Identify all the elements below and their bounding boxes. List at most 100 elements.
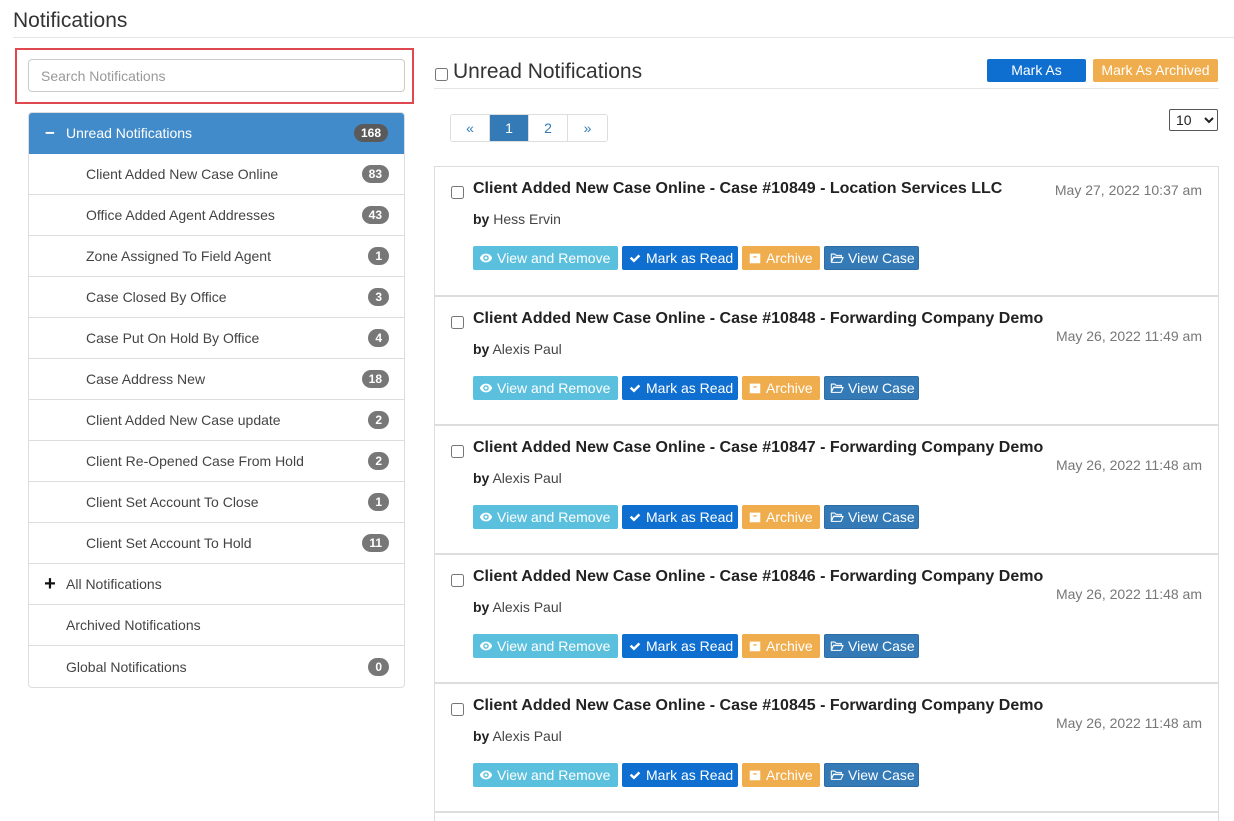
sidebar-item-label: Unread Notifications (66, 125, 193, 141)
sidebar-item-all-notifications[interactable]: + All Notifications (29, 564, 404, 605)
sidebar-item-office-added-agent-addresses[interactable]: Office Added Agent Addresses 43 (29, 195, 404, 236)
count-badge: 83 (361, 165, 389, 183)
sidebar-item-label: Office Added Agent Addresses (86, 207, 275, 223)
mark-all-read-button[interactable]: Mark As Read (987, 59, 1086, 101)
archive-button[interactable]: Archive (742, 634, 820, 658)
folder-open-icon (830, 639, 844, 653)
sidebar-item-archived-notifications[interactable]: Archived Notifications (29, 605, 404, 646)
count-badge: 18 (361, 370, 389, 388)
notification-title: Client Added New Case Online - Case #108… (473, 180, 1003, 197)
notification-checkbox[interactable] (451, 703, 464, 716)
view-and-remove-button[interactable]: View and Remove (473, 505, 618, 529)
count-badge: 11 (362, 534, 389, 552)
sidebar-item-label: Client Added New Case Online (86, 166, 279, 182)
sidebar-item-label: Client Re-Opened Case From Hold (86, 453, 304, 469)
pagination-next[interactable]: » (568, 115, 607, 141)
pagination-page-1[interactable]: 1 (490, 115, 529, 141)
view-and-remove-button[interactable]: View and Remove (473, 376, 618, 400)
sidebar-item-zone-assigned-to-field-agent[interactable]: Zone Assigned To Field Agent 1 (29, 236, 404, 277)
notification-checkbox[interactable] (451, 445, 464, 458)
plus-icon[interactable]: + (43, 574, 57, 594)
sidebar-item-label: Global Notifications (66, 658, 187, 675)
button-label: Mark as Read (646, 767, 734, 783)
sidebar-item-label: Archived Notifications (66, 617, 201, 633)
notification-title: Client Added New Case Online - Case #108… (473, 697, 1044, 714)
notification-checkbox[interactable] (451, 574, 464, 587)
sidebar-item-client-added-new-case-update[interactable]: Client Added New Case update 2 (29, 400, 404, 441)
sidebar-item-client-added-new-case-online[interactable]: Client Added New Case Online 83 (29, 154, 404, 195)
sidebar-item-label: Client Added New Case update (86, 412, 281, 428)
button-label: View Case (848, 380, 915, 396)
mark-as-read-button[interactable]: Mark as Read (622, 763, 738, 787)
sidebar-item-label: Zone Assigned To Field Agent (86, 248, 271, 264)
sidebar-item-label: Client Set Account To Hold (86, 535, 252, 551)
page-size-select[interactable]: 10 (1169, 109, 1218, 131)
folder-open-icon (830, 768, 844, 782)
notification-card (434, 811, 1219, 821)
folder-open-icon (830, 251, 844, 265)
view-case-button[interactable]: View Case (824, 634, 919, 658)
search-input[interactable] (28, 59, 405, 92)
sidebar-item-label: All Notifications (66, 576, 162, 592)
notification-checkbox[interactable] (451, 186, 464, 199)
sidebar-item-unread-notifications[interactable]: − Unread Notifications 168 (29, 113, 404, 154)
notification-actions: View and Remove Mark as Read Archive Vie… (473, 763, 919, 787)
view-case-button[interactable]: View Case (824, 763, 919, 787)
sidebar-item-global-notifications[interactable]: Global Notifications 0 (29, 646, 404, 687)
mark-as-read-button[interactable]: Mark as Read (622, 376, 738, 400)
mark-as-read-button[interactable]: Mark as Read (622, 505, 738, 529)
view-and-remove-button[interactable]: View and Remove (473, 634, 618, 658)
button-label: Mark as Read (646, 380, 734, 396)
by-label: by (473, 341, 490, 357)
archive-button[interactable]: Archive (742, 376, 820, 400)
notification-card: Client Added New Case Online - Case #108… (434, 166, 1219, 295)
sidebar-item-case-closed-by-office[interactable]: Case Closed By Office 3 (29, 277, 404, 318)
count-badge: 4 (368, 329, 389, 347)
sidebar-item-client-set-account-to-hold[interactable]: Client Set Account To Hold 11 (29, 523, 404, 564)
view-and-remove-button[interactable]: View and Remove (473, 246, 618, 270)
button-label: View and Remove (497, 767, 611, 783)
sidebar-item-case-address-new[interactable]: Case Address New 18 (29, 359, 404, 400)
button-label: Archive (766, 380, 813, 396)
notification-actions: View and Remove Mark as Read Archive Vie… (473, 376, 919, 400)
check-icon (628, 381, 642, 395)
notification-card: Client Added New Case Online - Case #108… (434, 424, 1219, 553)
select-all-checkbox[interactable] (435, 68, 448, 81)
count-badge: 1 (368, 247, 389, 265)
archive-button[interactable]: Archive (742, 246, 820, 270)
archive-button[interactable]: Archive (742, 505, 820, 529)
pagination-prev[interactable]: « (451, 115, 490, 141)
button-label: Mark as Read (646, 638, 734, 654)
notification-card: Client Added New Case Online - Case #108… (434, 553, 1219, 682)
eye-icon (479, 510, 493, 524)
sidebar-item-client-set-account-to-close[interactable]: Client Set Account To Close 1 (29, 482, 404, 523)
sidebar-item-case-put-on-hold-by-office[interactable]: Case Put On Hold By Office 4 (29, 318, 404, 359)
mark-as-read-button[interactable]: Mark as Read (622, 634, 738, 658)
check-icon (628, 768, 642, 782)
button-label: Mark as Read (646, 250, 734, 266)
notification-actions: View and Remove Mark as Read Archive Vie… (473, 634, 919, 658)
mark-all-archived-button[interactable]: Mark As Archived (1093, 59, 1218, 82)
notification-checkbox[interactable] (451, 316, 464, 329)
sidebar-item-client-reopened-case-from-hold[interactable]: Client Re-Opened Case From Hold 2 (29, 441, 404, 482)
archive-box-icon (748, 381, 762, 395)
archive-box-icon (748, 510, 762, 524)
minus-icon[interactable]: − (43, 125, 57, 142)
archive-button[interactable]: Archive (742, 763, 820, 787)
button-label: Archive (766, 767, 813, 783)
button-label: Archive (766, 638, 813, 654)
pagination-page-2[interactable]: 2 (529, 115, 568, 141)
notification-author: by Alexis Paul (473, 341, 562, 357)
view-case-button[interactable]: View Case (824, 246, 919, 270)
notification-actions: View and Remove Mark as Read Archive Vie… (473, 246, 919, 270)
view-and-remove-button[interactable]: View and Remove (473, 763, 618, 787)
button-label: View and Remove (497, 638, 611, 654)
count-badge: 0 (368, 657, 389, 676)
view-case-button[interactable]: View Case (824, 376, 919, 400)
button-label: View and Remove (497, 380, 611, 396)
pagination: « 1 2 » (450, 114, 608, 142)
view-case-button[interactable]: View Case (824, 505, 919, 529)
mark-as-read-button[interactable]: Mark as Read (622, 246, 738, 270)
notification-title: Client Added New Case Online - Case #108… (473, 439, 1044, 456)
check-icon (628, 639, 642, 653)
